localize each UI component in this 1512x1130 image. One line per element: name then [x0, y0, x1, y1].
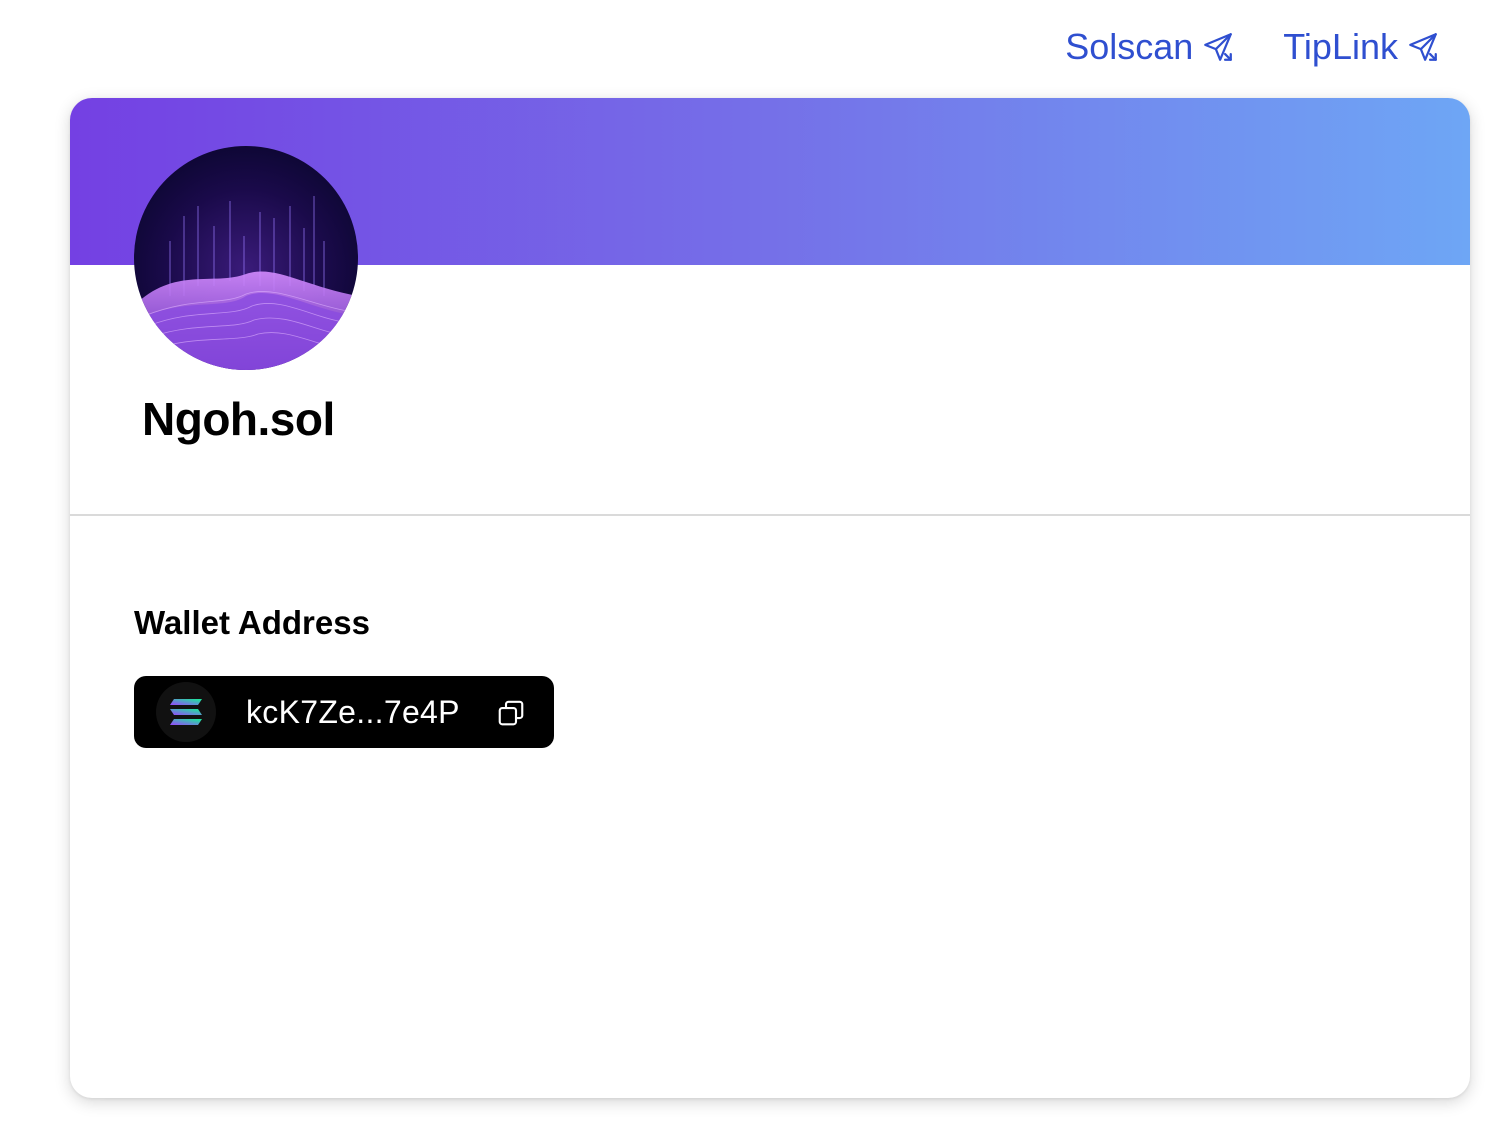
- tiplink-link[interactable]: TipLink: [1283, 26, 1440, 68]
- wallet-address-heading: Wallet Address: [134, 604, 370, 641]
- solscan-link[interactable]: Solscan: [1065, 26, 1235, 68]
- copy-icon[interactable]: [496, 698, 526, 728]
- external-send-icon: [1406, 30, 1440, 64]
- profile-name: Ngoh.sol: [142, 393, 335, 445]
- wallet-address-text: kcK7Ze...7e4P: [246, 693, 460, 730]
- tiplink-link-label: TipLink: [1283, 26, 1398, 67]
- avatar: [134, 146, 358, 370]
- solscan-link-label: Solscan: [1065, 26, 1194, 67]
- profile-card: Ngoh.sol Wallet Address kcK7Ze...7e4P: [70, 98, 1470, 1098]
- section-divider: [70, 514, 1470, 516]
- external-send-icon: [1201, 30, 1235, 64]
- wallet-address-pill[interactable]: kcK7Ze...7e4P: [134, 676, 554, 748]
- solana-icon: [156, 682, 216, 742]
- top-links: Solscan TipLink: [1065, 26, 1440, 68]
